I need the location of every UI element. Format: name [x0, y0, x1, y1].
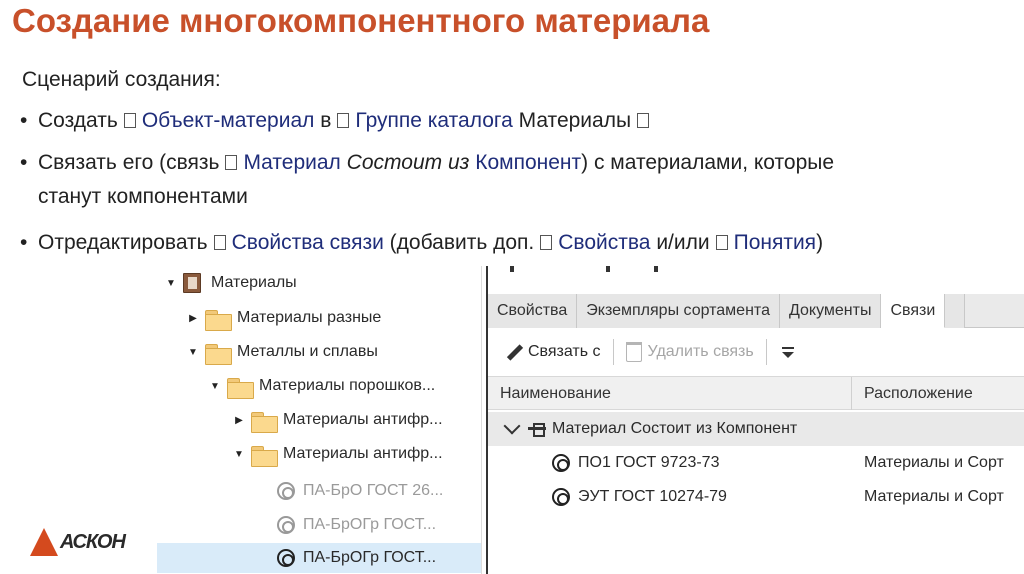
collapsed-arrow-icon[interactable]: ▶ — [231, 412, 247, 428]
column-location[interactable]: Расположение — [852, 377, 973, 410]
tab-assortment[interactable]: Экземпляры сортамента — [577, 294, 780, 328]
toolbar-strip — [488, 266, 1024, 292]
placeholder-box-icon — [213, 235, 226, 250]
link-group-row[interactable]: Материал Состоит из Компонент — [488, 412, 1024, 446]
tree-item-material-selected[interactable]: ПА-БрОГр ГОСТ... — [157, 543, 481, 573]
links-toolbar: Связать с Удалить связь — [488, 330, 1024, 374]
more-actions-button[interactable] — [771, 336, 805, 368]
chevron-down-icon[interactable] — [503, 417, 521, 435]
grid-header: Наименование Расположение — [488, 376, 1024, 410]
placeholder-box-icon — [123, 113, 136, 128]
pencil-icon — [502, 341, 524, 363]
column-name[interactable]: Наименование — [488, 377, 852, 410]
ascon-logo: АСКОН — [30, 525, 126, 559]
tree-item-metals-alloys[interactable]: ▼ Металлы и сплавы — [157, 337, 481, 367]
trash-icon — [625, 342, 642, 362]
bullet-link: • Связать его (связь Материал Состоит из К… — [20, 151, 835, 208]
table-row[interactable]: ЭУТ ГОСТ 10274-79 Материалы и Сорт — [488, 480, 1024, 514]
expanded-arrow-icon[interactable]: ▼ — [163, 275, 179, 291]
tree-item-materials[interactable]: ▼ Материалы — [157, 268, 481, 298]
material-icon — [552, 488, 570, 506]
folder-icon — [251, 444, 278, 467]
tree-item-antifriction-2[interactable]: ▼ Материалы антифр... — [157, 439, 481, 469]
dropdown-icon — [779, 342, 797, 362]
tab-properties[interactable]: Свойства — [488, 294, 578, 328]
table-row[interactable]: ПО1 ГОСТ 9723-73 Материалы и Сорт — [488, 446, 1024, 480]
link-with-button[interactable]: Связать с — [494, 336, 609, 368]
expanded-arrow-icon[interactable]: ▼ — [185, 344, 201, 360]
bullet-edit: • Отредактировать Свойства связи (добавить… — [20, 231, 824, 254]
delete-link-button[interactable]: Удалить связь — [618, 336, 762, 368]
logo-triangle-icon — [30, 528, 58, 556]
folder-icon — [227, 376, 254, 399]
folder-icon — [205, 342, 232, 365]
expanded-arrow-icon[interactable]: ▼ — [207, 378, 223, 394]
placeholder-box-icon — [337, 113, 350, 128]
properties-panel: Свойства Экземпляры сортамента Документы… — [486, 266, 1024, 574]
placeholder-box-icon — [225, 155, 238, 170]
expanded-arrow-icon[interactable]: ▼ — [231, 446, 247, 462]
collapsed-arrow-icon[interactable]: ▶ — [185, 310, 201, 326]
placeholder-box-icon — [540, 235, 553, 250]
tree-item-material-1[interactable]: ПА-БрО ГОСТ 26... — [157, 476, 481, 506]
slide-title: Создание многокомпонентного материала — [12, 2, 710, 39]
toolbar-separator — [612, 339, 614, 365]
catalog-tree: ▼ Материалы ▶ Материалы разные ▼ Металлы… — [157, 266, 482, 574]
placeholder-box-icon — [637, 113, 650, 128]
material-icon — [277, 549, 295, 567]
tab-overflow[interactable] — [945, 294, 966, 328]
placeholder-box-icon — [715, 235, 728, 250]
material-icon — [552, 454, 570, 472]
tree-item-material-2[interactable]: ПА-БрОГр ГОСТ... — [157, 510, 481, 540]
tab-links[interactable]: Связи — [881, 294, 946, 328]
tab-documents[interactable]: Документы — [779, 294, 882, 328]
folder-icon — [205, 308, 232, 331]
catalog-book-icon — [183, 273, 201, 293]
scenario-label: Сценарий создания: — [22, 68, 221, 91]
material-icon — [277, 516, 295, 534]
folder-icon — [251, 410, 278, 433]
bullet-create: • Создать Объект-материал в Группе каталога… — [20, 104, 655, 138]
tree-item-misc-materials[interactable]: ▶ Материалы разные — [157, 303, 481, 333]
tree-item-antifriction-1[interactable]: ▶ Материалы антифр... — [157, 405, 481, 435]
link-type-icon — [528, 422, 546, 437]
panel-tabs: Свойства Экземпляры сортамента Документы… — [488, 294, 1024, 328]
tree-item-powder-materials[interactable]: ▼ Материалы порошков... — [157, 371, 481, 401]
toolbar-separator — [765, 339, 767, 365]
material-icon — [277, 482, 295, 500]
